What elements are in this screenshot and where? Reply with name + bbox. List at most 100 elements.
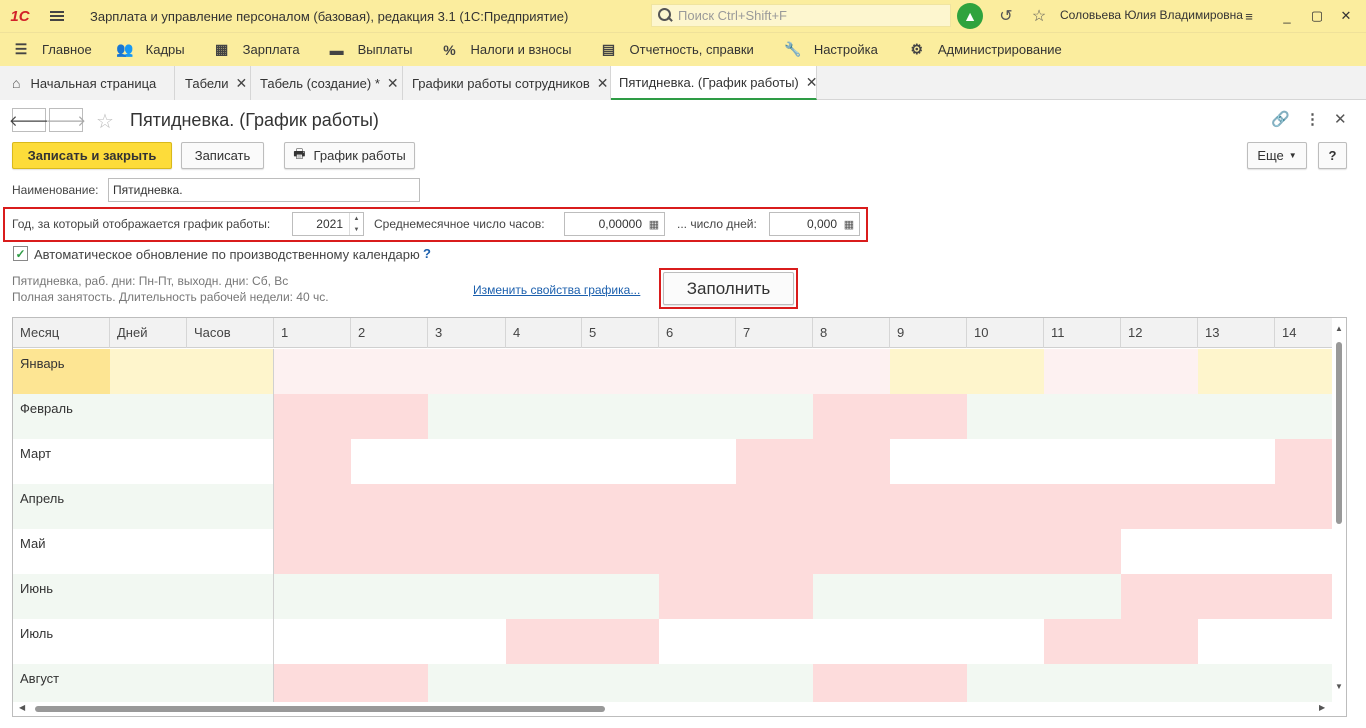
- section-main[interactable]: ☰ Главное: [0, 33, 102, 67]
- day-cell[interactable]: [1121, 439, 1198, 484]
- fill-button[interactable]: Заполнить: [663, 272, 794, 305]
- section-admin[interactable]: ⚙ Администрирование: [888, 33, 1072, 67]
- help-button[interactable]: ?: [1318, 142, 1347, 169]
- day-column-header[interactable]: 1: [274, 318, 351, 348]
- day-column-header[interactable]: 8: [813, 318, 890, 348]
- scroll-right-icon[interactable]: ▶: [1319, 703, 1325, 712]
- day-cell[interactable]: [582, 619, 659, 664]
- month-cell[interactable]: Январь: [13, 349, 110, 394]
- day-column-header[interactable]: 10: [967, 318, 1044, 348]
- day-cell[interactable]: [736, 529, 813, 574]
- day-column-header[interactable]: 2: [351, 318, 428, 348]
- day-cell[interactable]: [274, 529, 351, 574]
- day-cell[interactable]: [1044, 439, 1121, 484]
- day-cell[interactable]: [351, 619, 428, 664]
- day-cell[interactable]: [274, 484, 351, 529]
- day-cell[interactable]: [1275, 484, 1333, 529]
- day-cell[interactable]: [1275, 574, 1333, 619]
- day-cell[interactable]: [659, 574, 736, 619]
- month-cell[interactable]: Март: [13, 439, 110, 484]
- day-cell[interactable]: [1044, 349, 1121, 394]
- day-cell[interactable]: [813, 439, 890, 484]
- day-cell[interactable]: [274, 394, 351, 439]
- vertical-scrollbar[interactable]: ▲ ▼: [1332, 318, 1346, 702]
- section-salary[interactable]: ▦ Зарплата: [195, 33, 310, 67]
- day-cell[interactable]: [967, 439, 1044, 484]
- section-reports[interactable]: ▤ Отчетность, справки: [582, 33, 764, 67]
- section-payments[interactable]: ▬ Выплаты: [310, 33, 423, 67]
- day-column-header[interactable]: 9: [890, 318, 967, 348]
- day-cell[interactable]: [506, 619, 582, 664]
- day-cell[interactable]: [351, 394, 428, 439]
- avg-hours-field[interactable]: 0,00000 ▦: [564, 212, 665, 236]
- day-column-header[interactable]: 3: [428, 318, 506, 348]
- day-cell[interactable]: [1121, 619, 1198, 664]
- day-column-header[interactable]: 6: [659, 318, 736, 348]
- close-icon[interactable]: ✕: [236, 75, 248, 92]
- month-cell[interactable]: Апрель: [13, 484, 110, 529]
- days-field[interactable]: 0,000 ▦: [769, 212, 860, 236]
- name-field[interactable]: Пятидневка.: [108, 178, 420, 202]
- day-cell[interactable]: [506, 484, 582, 529]
- days-cell[interactable]: [110, 439, 187, 484]
- hours-cell[interactable]: [187, 529, 274, 574]
- day-cell[interactable]: [1198, 574, 1275, 619]
- day-column-header[interactable]: 13: [1198, 318, 1275, 348]
- day-cell[interactable]: [351, 529, 428, 574]
- day-cell[interactable]: [813, 619, 890, 664]
- month-cell[interactable]: Февраль: [13, 394, 110, 439]
- back-button[interactable]: 🡐: [9, 108, 49, 132]
- day-cell[interactable]: [1198, 529, 1275, 574]
- scroll-up-icon[interactable]: ▲: [1335, 324, 1343, 333]
- close-icon[interactable]: ✕: [597, 75, 609, 92]
- day-cell[interactable]: [967, 529, 1044, 574]
- day-cell[interactable]: [1121, 529, 1198, 574]
- hours-cell[interactable]: [187, 349, 274, 394]
- user-name[interactable]: Соловьева Юлия Владимировна: [1060, 8, 1243, 22]
- day-cell[interactable]: [351, 574, 428, 619]
- day-cell[interactable]: [890, 529, 967, 574]
- day-cell[interactable]: [967, 349, 1044, 394]
- calculator-icon[interactable]: ▦: [841, 216, 857, 232]
- day-cell[interactable]: [428, 439, 506, 484]
- day-cell[interactable]: [967, 394, 1044, 439]
- day-cell[interactable]: [813, 529, 890, 574]
- more-vertical-icon[interactable]: ⋮: [1305, 110, 1320, 128]
- calculator-icon[interactable]: ▦: [646, 216, 662, 232]
- day-cell[interactable]: [506, 439, 582, 484]
- day-cell[interactable]: [274, 574, 351, 619]
- horizontal-scroll-thumb[interactable]: [35, 706, 605, 712]
- day-cell[interactable]: [1121, 349, 1198, 394]
- day-cell[interactable]: [1044, 394, 1121, 439]
- vertical-scroll-thumb[interactable]: [1336, 342, 1342, 524]
- save-and-close-button[interactable]: Записать и закрыть: [12, 142, 172, 169]
- days-cell[interactable]: [110, 619, 187, 664]
- days-cell[interactable]: [110, 394, 187, 439]
- day-cell[interactable]: [428, 529, 506, 574]
- month-cell[interactable]: Май: [13, 529, 110, 574]
- history-icon[interactable]: ↺: [995, 5, 1017, 27]
- hours-cell[interactable]: [187, 439, 274, 484]
- day-cell[interactable]: [967, 484, 1044, 529]
- main-menu-button[interactable]: [40, 11, 74, 21]
- day-cell[interactable]: [659, 394, 736, 439]
- help-question-icon[interactable]: ?: [423, 246, 431, 261]
- favorites-star-icon[interactable]: ☆: [1028, 5, 1050, 27]
- tab-employee-schedules[interactable]: Графики работы сотрудников ✕: [403, 66, 611, 100]
- day-cell[interactable]: [1044, 484, 1121, 529]
- day-cell[interactable]: [1044, 529, 1121, 574]
- day-cell[interactable]: [1275, 619, 1333, 664]
- day-cell[interactable]: [1121, 574, 1198, 619]
- scroll-down-icon[interactable]: ▼: [1335, 682, 1343, 691]
- day-cell[interactable]: [736, 439, 813, 484]
- day-cell[interactable]: [890, 619, 967, 664]
- day-cell[interactable]: [659, 484, 736, 529]
- spin-up-icon[interactable]: ▲: [354, 216, 360, 222]
- table-row[interactable]: Март: [13, 439, 1333, 484]
- day-column-header[interactable]: 5: [582, 318, 659, 348]
- settings-menu-icon[interactable]: ≡: [1239, 6, 1259, 26]
- save-button[interactable]: Записать: [181, 142, 264, 169]
- day-cell[interactable]: [582, 529, 659, 574]
- day-cell[interactable]: [1198, 619, 1275, 664]
- day-cell[interactable]: [736, 574, 813, 619]
